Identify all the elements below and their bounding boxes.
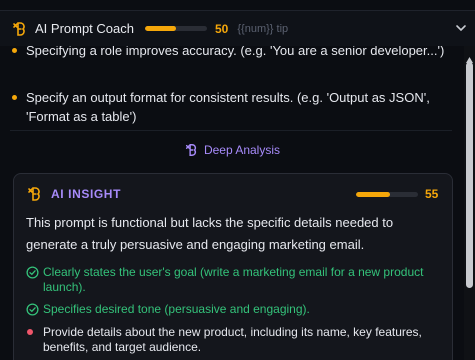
- brain-icon: [26, 186, 42, 202]
- improvement-item: Provide details about the new product, i…: [26, 325, 446, 355]
- strength-item: Clearly states the user's goal (write a …: [26, 265, 446, 295]
- insight-score-bar: [356, 192, 418, 197]
- scrollbar-thumb[interactable]: [466, 62, 473, 288]
- strength-text: Specifies desired tone (persuasive and e…: [43, 302, 310, 316]
- divider: [10, 130, 452, 131]
- score-value: 50: [215, 21, 229, 36]
- strength-text: Clearly states the user's goal (write a …: [43, 265, 424, 294]
- chevron-down-icon[interactable]: [455, 21, 467, 33]
- check-circle-icon: [26, 266, 39, 279]
- list-item: Specify an output format for consistent …: [10, 88, 450, 126]
- scroll-up-icon[interactable]: [466, 50, 473, 63]
- strength-item: Specifies desired tone (persuasive and e…: [26, 302, 446, 317]
- tip-count-label: {{num}} tip: [237, 22, 289, 35]
- header-bar: AI Prompt Coach 50 {{num}} tip: [0, 10, 475, 46]
- tip-text: Specify an output format for consistent …: [26, 90, 430, 124]
- deep-analysis-label: Deep Analysis: [203, 143, 281, 157]
- insight-summary: This prompt is functional but lacks the …: [26, 215, 394, 252]
- brain-icon: [11, 21, 27, 37]
- scrollbar[interactable]: [464, 46, 475, 360]
- tip-text: Specifying a role improves accuracy. (e.…: [26, 46, 445, 58]
- score-progress-bar: [145, 26, 207, 31]
- list-item: Specifying a role improves accuracy. (e.…: [10, 46, 444, 60]
- bullet-icon: [12, 95, 17, 100]
- bullet-icon: [12, 48, 17, 53]
- insight-title: AI INSIGHT: [51, 187, 122, 201]
- brain-icon: [184, 143, 198, 157]
- app-title: AI Prompt Coach: [35, 21, 134, 36]
- insight-score-fill: [356, 192, 391, 197]
- ai-insight-card: AI INSIGHT 55 This prompt is functional …: [13, 173, 453, 360]
- content-panel: Specifying a role improves accuracy. (e.…: [0, 46, 464, 360]
- insight-header: AI INSIGHT: [26, 186, 121, 202]
- bullet-icon: [27, 329, 33, 335]
- score-progress-fill: [145, 26, 176, 31]
- improvement-text: Provide details about the new product, i…: [43, 325, 422, 354]
- check-circle-icon: [26, 303, 39, 316]
- deep-analysis-button[interactable]: Deep Analysis: [0, 143, 464, 157]
- insight-score-value: 55: [425, 187, 439, 201]
